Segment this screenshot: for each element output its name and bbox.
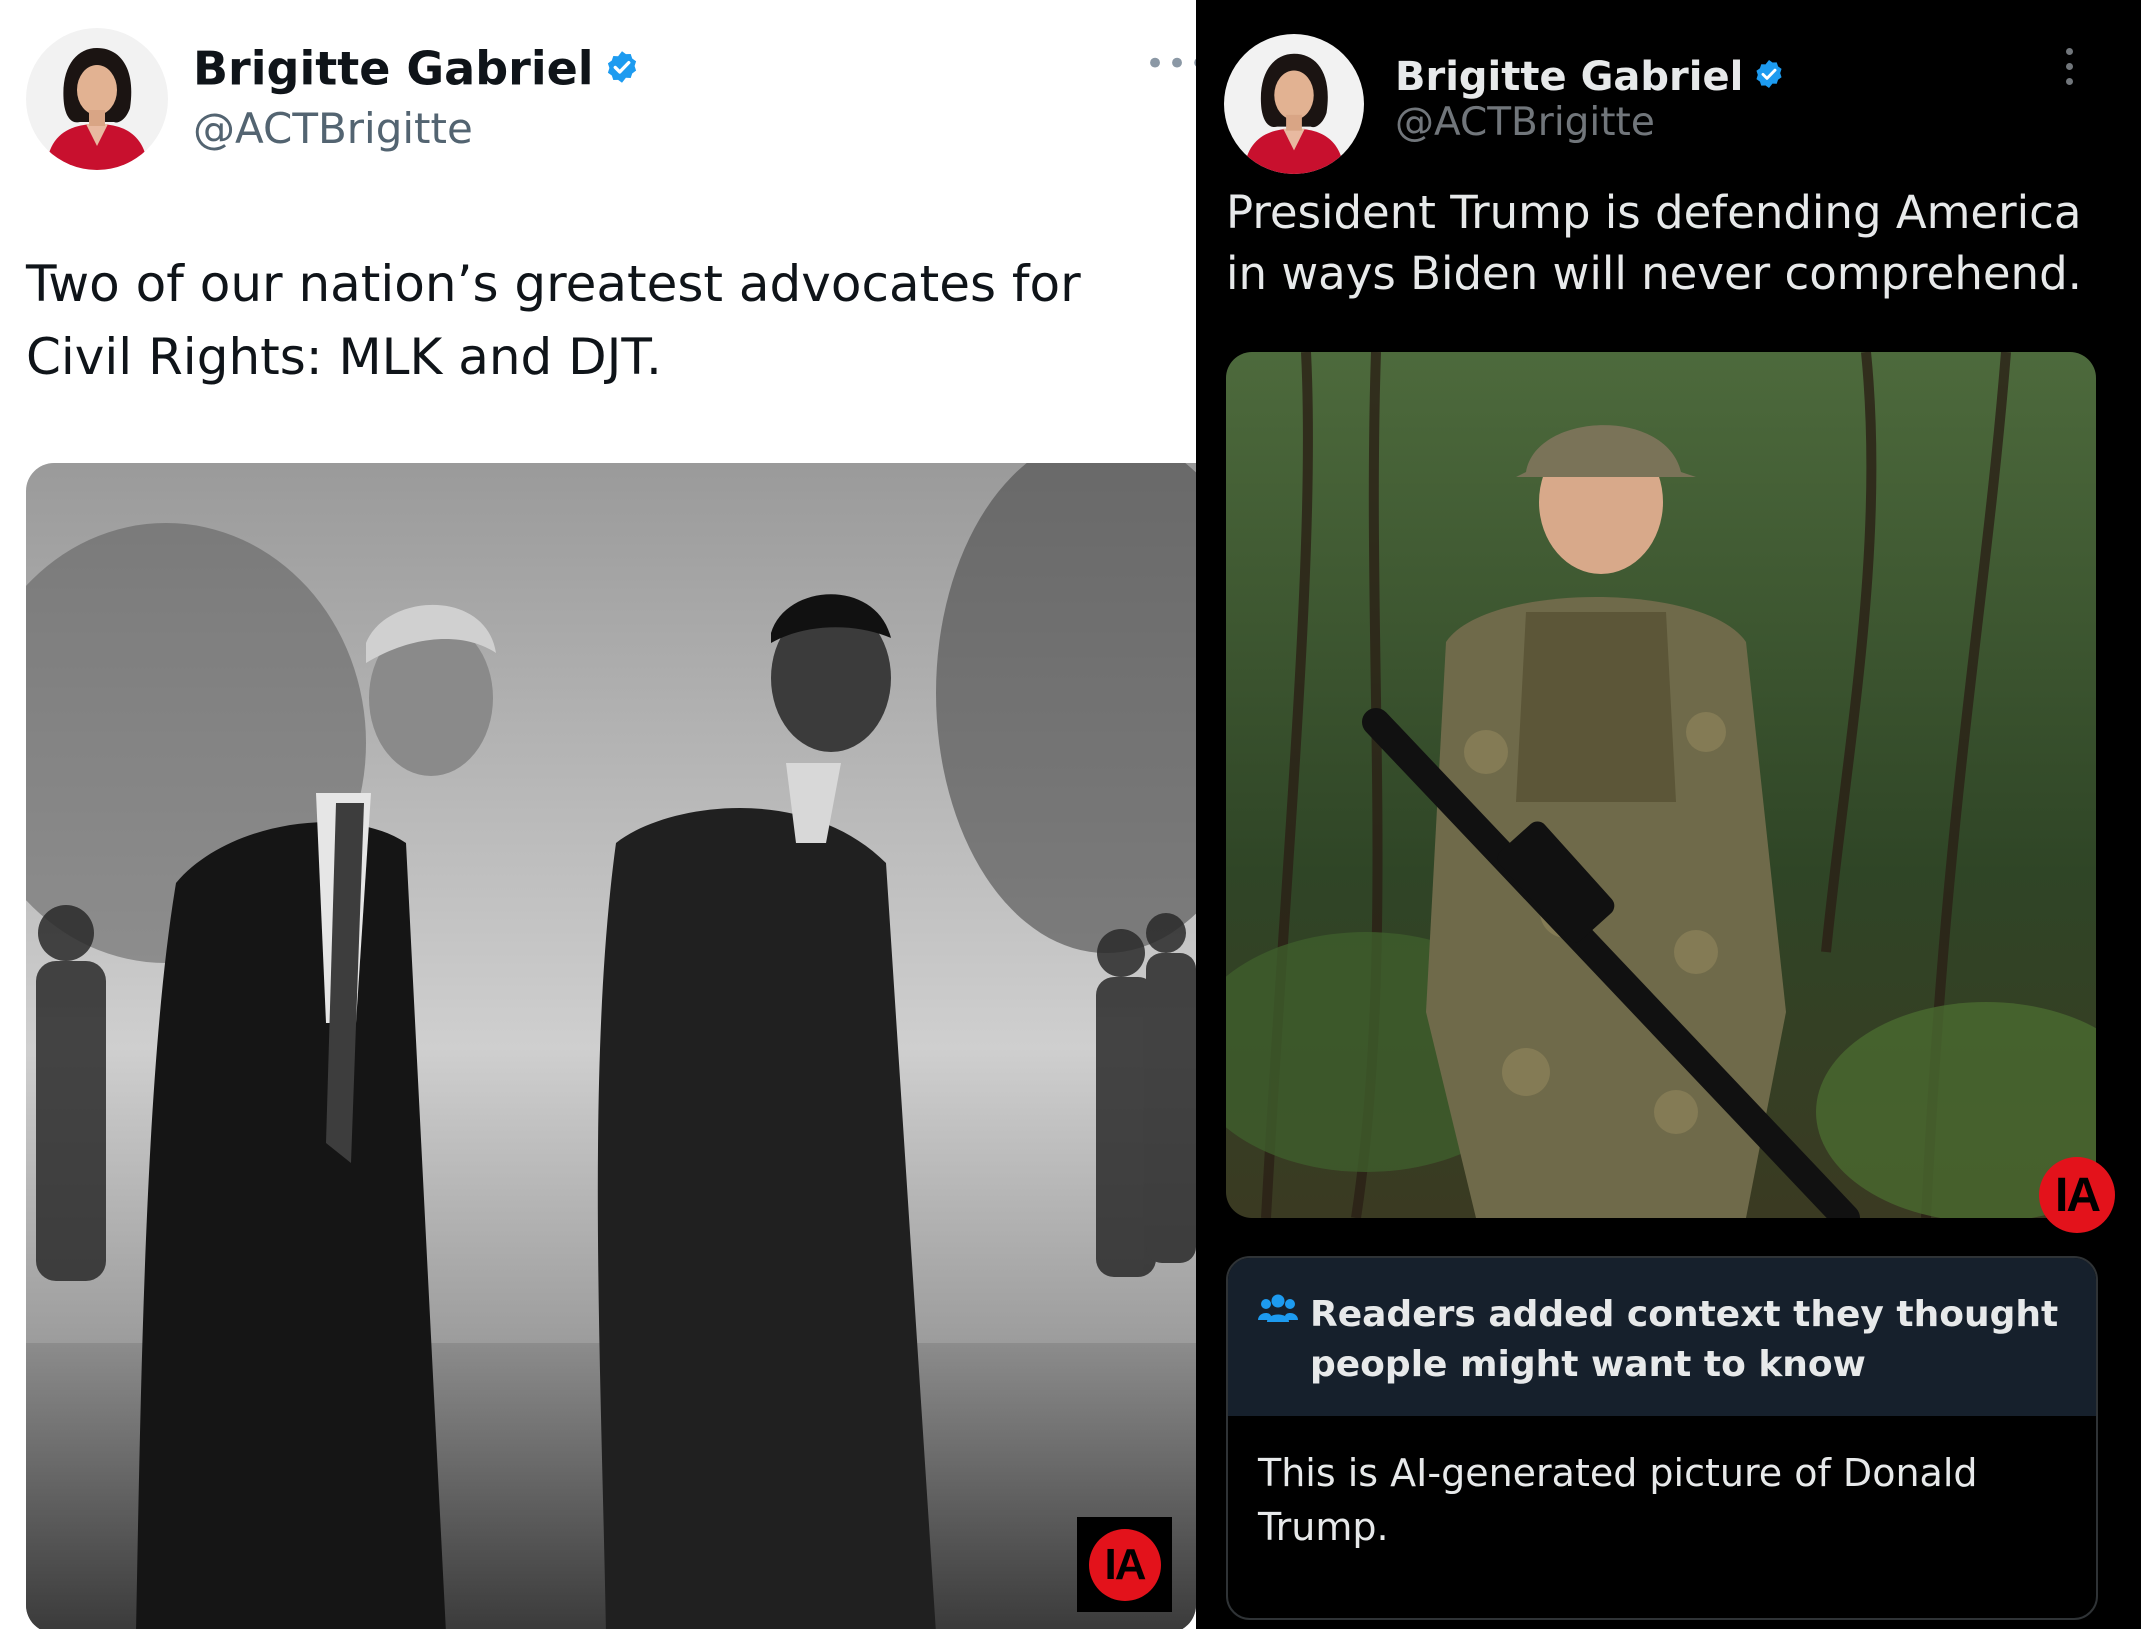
tweet-image[interactable] [26, 463, 1196, 1629]
ia-watermark-badge: IA [2032, 1150, 2122, 1240]
community-note-body: This is AI-generated picture of Donald T… [1258, 1451, 1978, 1549]
verified-badge-icon [604, 42, 640, 96]
tweet-image[interactable] [1226, 352, 2096, 1218]
right-tweet-panel: Brigitte Gabriel @ACTBrigitte President … [1196, 0, 2141, 1629]
author-handle[interactable]: @ACTBrigitte [193, 104, 473, 153]
author-name[interactable]: Brigitte Gabriel [1395, 52, 1785, 100]
ia-watermark-badge: IA [1077, 1517, 1172, 1612]
community-note[interactable]: Readers added context they thought peopl… [1226, 1256, 2098, 1620]
author-handle[interactable]: @ACTBrigitte [1395, 100, 1655, 145]
avatar[interactable] [1224, 34, 1364, 174]
more-options-icon[interactable]: ••• [1145, 44, 1196, 84]
community-note-title: Readers added context they thought peopl… [1310, 1294, 2059, 1385]
verified-badge-icon [1753, 54, 1785, 100]
author-name[interactable]: Brigitte Gabriel [193, 38, 640, 96]
avatar[interactable] [26, 28, 168, 170]
people-icon [1258, 1292, 1298, 1330]
more-options-icon[interactable] [2066, 48, 2076, 93]
community-note-header: Readers added context they thought peopl… [1228, 1258, 2096, 1416]
tweet-text: President Trump is defending America in … [1226, 186, 2082, 300]
tweet-text: Two of our nation’s greatest advocates f… [26, 255, 1081, 386]
left-tweet-panel: Brigitte Gabriel @ACTBrigitte ••• Two of… [0, 0, 1196, 1629]
